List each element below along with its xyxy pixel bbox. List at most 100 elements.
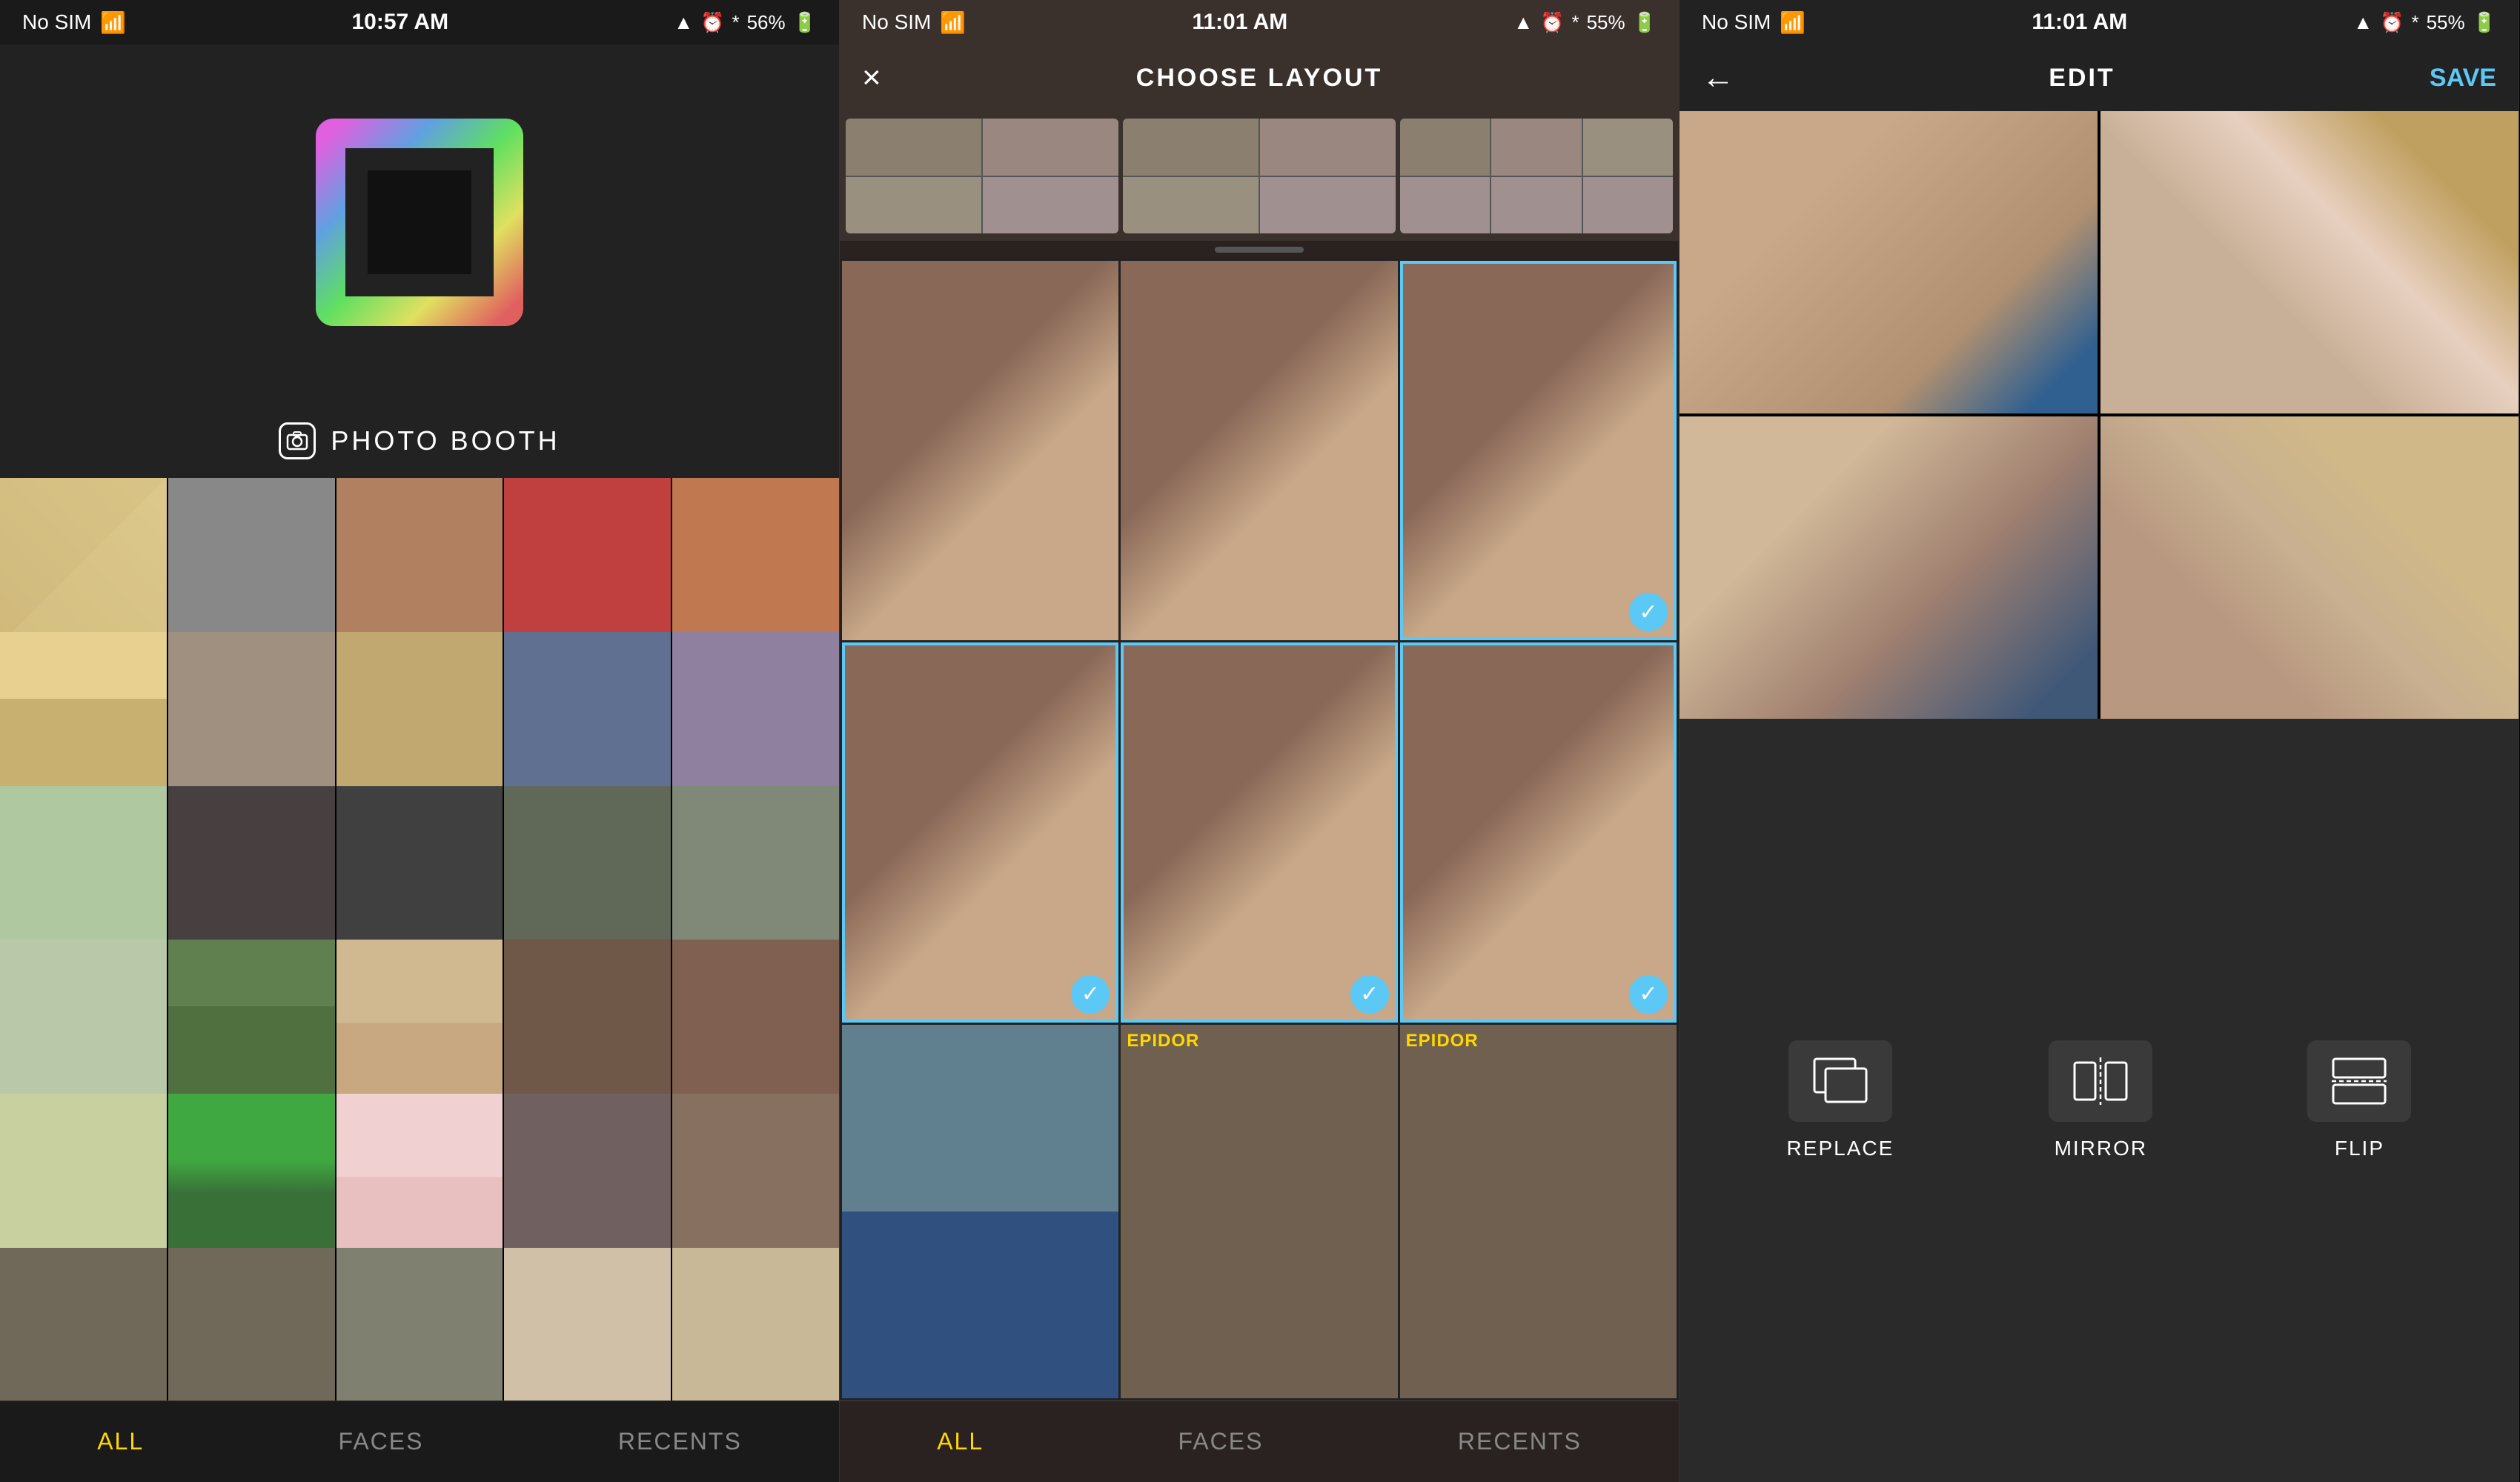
photo-cell-20[interactable] — [672, 940, 839, 1106]
tools-row: REPLACE MIRROR — [1680, 1040, 2519, 1160]
sel-cell-5[interactable]: ✓ — [1121, 642, 1397, 1022]
location-icon-2: ▲ — [1513, 11, 1533, 34]
photo-cell-27[interactable] — [168, 1248, 335, 1400]
save-button[interactable]: SAVE — [2430, 64, 2496, 93]
nav-recents-2[interactable]: RECENTS — [1458, 1428, 1582, 1455]
check-badge-4: ✓ — [1071, 975, 1110, 1014]
screen-edit: No SIM 📶 11:01 AM ▲ ⏰ * 55% 🔋 ← EDIT SAV… — [1680, 0, 2519, 1482]
bluetooth-icon-2: * — [1571, 11, 1579, 34]
flip-tool[interactable]: FLIP — [2307, 1040, 2411, 1160]
photo-cell-29[interactable] — [504, 1248, 671, 1400]
photo-cell-8[interactable] — [336, 632, 503, 799]
photo-cell-18[interactable] — [336, 940, 503, 1106]
photo-cell-21[interactable] — [0, 1094, 167, 1260]
no-sim-label-3: No SIM — [1702, 10, 1771, 34]
check-icon-5: ✓ — [1360, 981, 1379, 1007]
sel-cell-3[interactable]: ✓ — [1400, 261, 1677, 640]
photo-cell-25[interactable] — [672, 1094, 839, 1260]
sel-cell-1[interactable] — [842, 261, 1118, 640]
photo-cell-3[interactable] — [336, 478, 503, 645]
battery-label-3: 55% — [2427, 11, 2465, 34]
photo-cell-17[interactable] — [168, 940, 335, 1106]
check-badge-5: ✓ — [1350, 975, 1389, 1014]
mirror-label: MIRROR — [2055, 1137, 2148, 1160]
photo-cell-4[interactable] — [504, 478, 671, 645]
battery-icon-1: 🔋 — [793, 11, 817, 34]
sel-cell-6[interactable]: ✓ — [1400, 642, 1677, 1022]
mirror-icon-box — [2049, 1040, 2152, 1122]
mirror-tool[interactable]: MIRROR — [2049, 1040, 2152, 1160]
replace-icon-box — [1788, 1040, 1892, 1122]
replace-icon — [1811, 1055, 1870, 1107]
alarm-icon-3: ⏰ — [2380, 11, 2404, 34]
edit-cell-br[interactable] — [2100, 416, 2519, 719]
sel-cell-9[interactable]: EPIDOR — [1400, 1025, 1677, 1398]
sel-cell-4[interactable]: ✓ — [842, 642, 1118, 1022]
camera-icon — [279, 422, 316, 459]
replace-tool[interactable]: REPLACE — [1787, 1040, 1894, 1160]
bluetooth-icon-1: * — [732, 11, 739, 34]
layout-thumb-2x2[interactable] — [846, 119, 1118, 233]
battery-label-2: 55% — [1587, 11, 1625, 34]
status-bar-3: No SIM 📶 11:01 AM ▲ ⏰ * 55% 🔋 — [1680, 0, 2519, 44]
photo-cell-5[interactable] — [672, 478, 839, 645]
photo-booth-label: PHOTO BOOTH — [0, 400, 839, 478]
nav-all-1[interactable]: ALL — [97, 1428, 144, 1455]
edit-tools-area: REPLACE MIRROR — [1680, 719, 2519, 1482]
edit-cell-tr[interactable] — [2100, 111, 2519, 413]
status-bar-1: No SIM 📶 10:57 AM ▲ ⏰ * 56% 🔋 — [0, 0, 839, 44]
close-button[interactable]: × — [862, 59, 881, 96]
photo-cell-12[interactable] — [168, 786, 335, 953]
sel-cell-8[interactable]: EPIDOR — [1121, 1025, 1397, 1398]
photo-cell-13[interactable] — [336, 786, 503, 953]
layout-options-panel — [840, 111, 1679, 241]
sel-cell-7[interactable] — [842, 1025, 1118, 1398]
photo-selection-grid: ✓ ✓ ✓ ✓ EPIDOR EPIDOR — [840, 259, 1679, 1400]
status-bar-right-2: ▲ ⏰ * 55% 🔋 — [1513, 11, 1657, 34]
photo-cell-26[interactable] — [0, 1248, 167, 1400]
photo-cell-16[interactable] — [0, 940, 167, 1106]
status-bar-left-3: No SIM 📶 — [1702, 10, 1806, 35]
edit-cell-tl[interactable] — [1680, 111, 2098, 413]
photo-cell-15[interactable] — [672, 786, 839, 953]
alarm-icon-2: ⏰ — [1540, 11, 1564, 34]
nav-recents-1[interactable]: RECENTS — [618, 1428, 742, 1455]
status-bar-right-3: ▲ ⏰ * 55% 🔋 — [2353, 11, 2496, 34]
check-badge-6: ✓ — [1629, 975, 1668, 1014]
photo-cell-6[interactable] — [0, 632, 167, 799]
layout-thumb-3col[interactable] — [1400, 119, 1673, 233]
layout-thumb-2x2b[interactable] — [1123, 119, 1396, 233]
photo-cell-14[interactable] — [504, 786, 671, 953]
choose-layout-title: CHOOSE LAYOUT — [1136, 64, 1382, 93]
photo-cell-1[interactable] — [0, 478, 167, 645]
photo-cell-23[interactable] — [336, 1094, 503, 1260]
edit-cell-bl[interactable] — [1680, 416, 2098, 719]
edit-title: EDIT — [2049, 64, 2115, 93]
nav-all-2[interactable]: ALL — [937, 1428, 984, 1455]
photo-cell-30[interactable] — [672, 1248, 839, 1400]
sel-cell-2[interactable] — [1121, 261, 1397, 640]
layout-row-1 — [846, 119, 1673, 233]
status-bar-left-1: No SIM 📶 — [22, 10, 126, 35]
choose-layout-topbar: × CHOOSE LAYOUT — [840, 44, 1679, 111]
back-button[interactable]: ← — [1702, 59, 1734, 96]
no-sim-label-2: No SIM — [862, 10, 931, 34]
epidor-label-2: EPIDOR — [1406, 1031, 1479, 1051]
check-icon-3: ✓ — [1639, 599, 1657, 625]
screen-photo-booth: No SIM 📶 10:57 AM ▲ ⏰ * 56% 🔋 — [0, 0, 840, 1482]
photo-cell-9[interactable] — [504, 632, 671, 799]
nav-faces-2[interactable]: FACES — [1178, 1428, 1264, 1455]
alarm-icon-1: ⏰ — [700, 11, 724, 34]
nav-faces-1[interactable]: FACES — [339, 1428, 424, 1455]
check-icon-4: ✓ — [1081, 981, 1100, 1007]
photo-cell-11[interactable] — [0, 786, 167, 953]
photo-cell-10[interactable] — [672, 632, 839, 799]
photo-cell-22[interactable] — [168, 1094, 335, 1260]
photo-cell-2[interactable] — [168, 478, 335, 645]
photo-cell-28[interactable] — [336, 1248, 503, 1400]
photo-cell-24[interactable] — [504, 1094, 671, 1260]
photo-cell-7[interactable] — [168, 632, 335, 799]
status-bar-2: No SIM 📶 11:01 AM ▲ ⏰ * 55% 🔋 — [840, 0, 1679, 44]
photo-cell-19[interactable] — [504, 940, 671, 1106]
photo-booth-text: PHOTO BOOTH — [331, 425, 560, 456]
